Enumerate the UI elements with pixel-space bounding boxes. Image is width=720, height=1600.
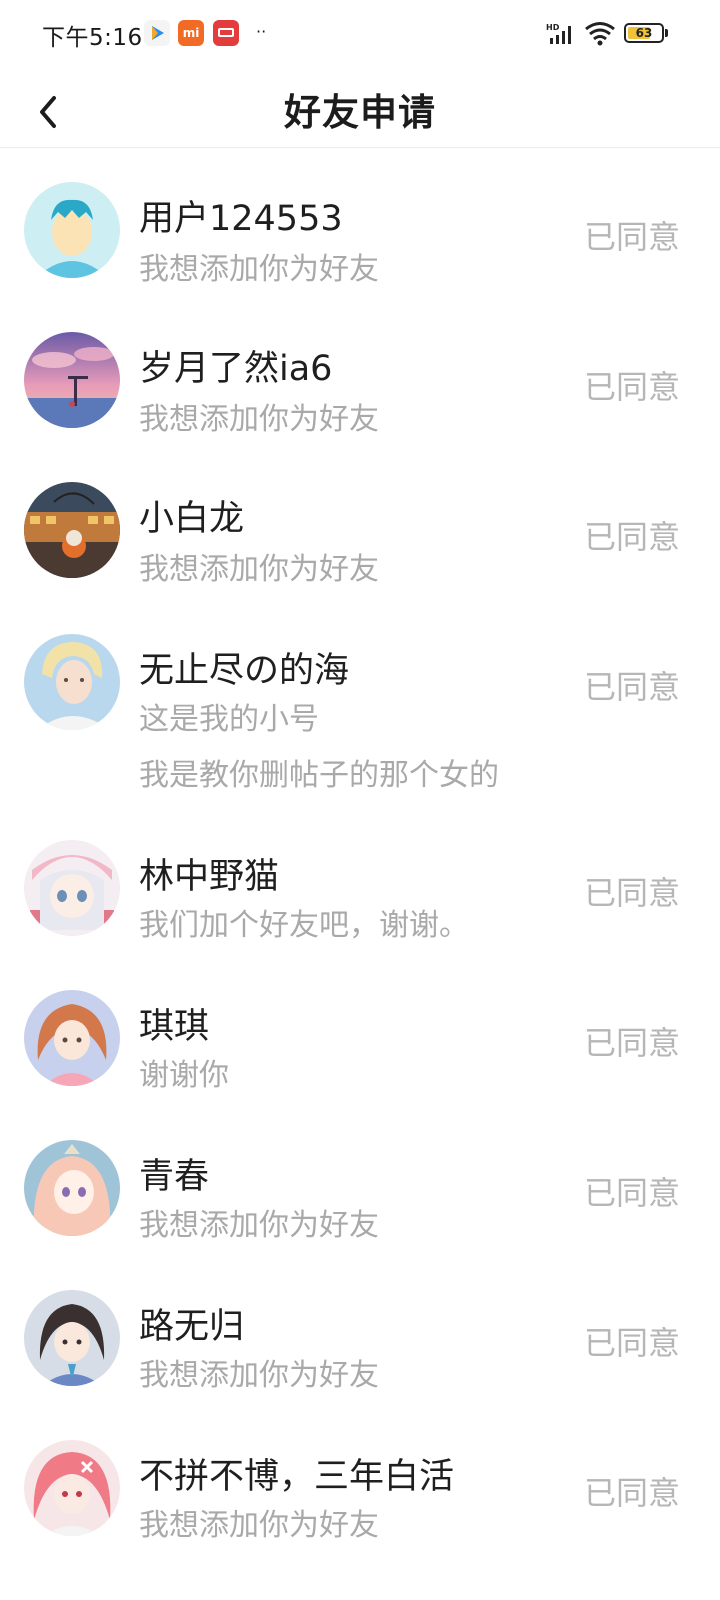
request-message: 我是教你删帖子的那个女的 — [139, 758, 499, 793]
default-avatar-icon[interactable] — [24, 182, 120, 278]
shopping-app-icon — [213, 20, 239, 46]
status-time: 下午5:16 — [42, 25, 143, 51]
sunset-photo-avatar[interactable] — [24, 332, 120, 428]
requester-name: 小白龙 — [139, 499, 245, 539]
requester-name: 琪琪 — [139, 1007, 210, 1047]
page-title: 好友申请 — [284, 91, 436, 134]
mi-app-icon: mi — [178, 20, 204, 46]
requester-name: 无止尽の的海 — [139, 651, 350, 691]
request-status: 已同意 — [583, 218, 680, 256]
friend-request-item[interactable]: 不拼不博，三年白活 我想添加你为好友 已同意 — [0, 1404, 720, 1554]
battery-tip — [665, 29, 668, 37]
request-message: 谢谢你 — [139, 1058, 229, 1093]
astronaut-art-avatar[interactable] — [24, 482, 120, 578]
requester-name: 林中野猫 — [139, 857, 280, 897]
anime-girl-avatar[interactable] — [24, 990, 120, 1086]
cell-signal-icon: HD — [546, 22, 576, 46]
request-message: 我想添加你为好友 — [139, 402, 379, 437]
anime-girl-avatar[interactable] — [24, 1440, 120, 1536]
request-message: 我想添加你为好友 — [139, 1508, 379, 1543]
friend-request-item[interactable]: 岁月了然ia6 我想添加你为好友 已同意 — [0, 298, 720, 448]
friend-request-item[interactable]: 琪琪 谢谢你 已同意 — [0, 954, 720, 1104]
requester-name: 用户124553 — [139, 199, 343, 239]
requester-name: 岁月了然ia6 — [139, 349, 333, 389]
request-status: 已同意 — [583, 1174, 680, 1212]
request-status: 已同意 — [583, 1324, 680, 1362]
wifi-icon — [584, 20, 616, 48]
battery-icon: 63 — [624, 23, 664, 43]
friend-request-item[interactable]: 无止尽の的海 这是我的小号 我是教你删帖子的那个女的 已同意 — [0, 598, 720, 804]
friend-request-item[interactable]: 路无归 我想添加你为好友 已同意 — [0, 1254, 720, 1404]
friend-request-item[interactable]: 林中野猫 我们加个好友吧，谢谢。 已同意 — [0, 804, 720, 954]
request-status: 已同意 — [583, 368, 680, 406]
request-status: 已同意 — [583, 874, 680, 912]
portrait-illustration-avatar[interactable] — [24, 634, 120, 730]
request-message: 这是我的小号 — [139, 702, 319, 737]
requester-name: 青春 — [139, 1157, 210, 1197]
request-status: 已同意 — [583, 1474, 680, 1512]
request-status: 已同意 — [583, 1024, 680, 1062]
request-message: 我们加个好友吧，谢谢。 — [139, 908, 469, 943]
friend-request-item[interactable]: 青春 我想添加你为好友 已同意 — [0, 1104, 720, 1254]
more-notifications-icon: ·· — [256, 22, 267, 41]
request-status: 已同意 — [583, 668, 680, 706]
request-message: 我想添加你为好友 — [139, 1358, 379, 1393]
anime-girl-avatar[interactable] — [24, 1290, 120, 1386]
request-message: 我想添加你为好友 — [139, 552, 379, 587]
friend-request-item[interactable]: 小白龙 我想添加你为好友 已同意 — [0, 448, 720, 598]
requester-name: 不拼不博，三年白活 — [139, 1457, 455, 1497]
request-message: 我想添加你为好友 — [139, 252, 379, 287]
status-bar: 下午5:16 mi ·· HD 63 — [0, 0, 720, 68]
svg-text:HD: HD — [546, 23, 560, 32]
anime-girl-avatar[interactable] — [24, 840, 120, 936]
app-header: 好友申请 — [0, 68, 720, 148]
friend-request-item[interactable]: 用户124553 我想添加你为好友 已同意 — [0, 148, 720, 298]
request-status: 已同意 — [583, 518, 680, 556]
battery-percent: 63 — [635, 26, 653, 40]
play-store-icon — [144, 20, 170, 46]
anime-girl-avatar[interactable] — [24, 1140, 120, 1236]
request-message: 我想添加你为好友 — [139, 1208, 379, 1243]
requester-name: 路无归 — [139, 1307, 245, 1347]
